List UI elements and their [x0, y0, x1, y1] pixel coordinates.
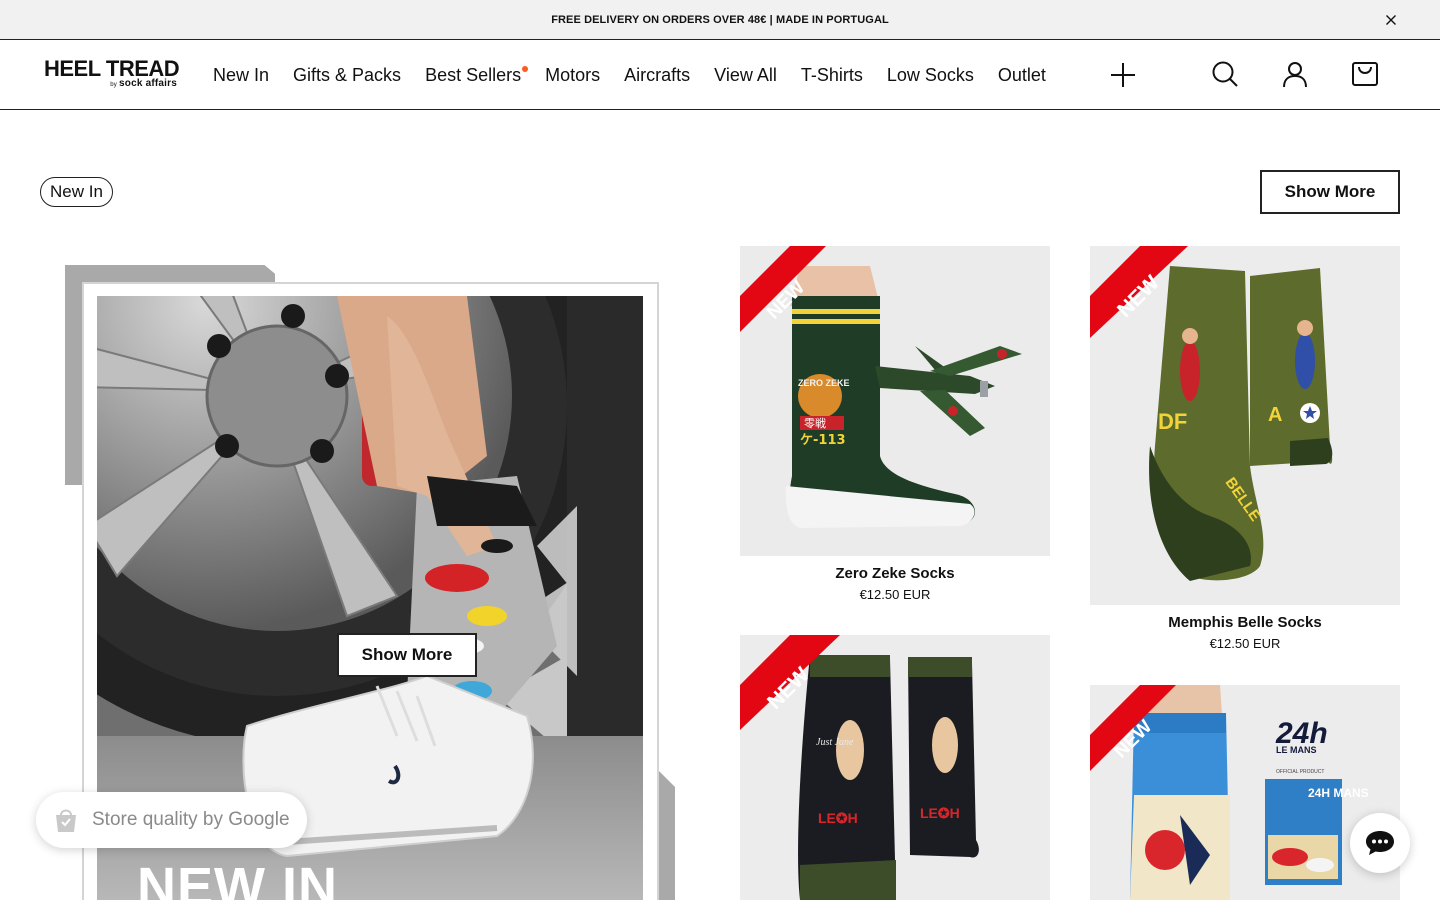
- heel-tread-logo[interactable]: HEEL TREAD by sock affairs: [44, 58, 184, 94]
- account-icon[interactable]: [1281, 60, 1309, 88]
- sock-letters-right: A: [1268, 404, 1282, 426]
- product-price: €12.50 EUR: [859, 587, 931, 602]
- site-header: HEEL TREAD by sock affairs New In Gifts &…: [0, 40, 1440, 110]
- announcement-bar: FREE DELIVERY ON ORDERS OVER 48€ | MADE …: [0, 0, 1440, 40]
- sock-jane-code-right: LE✪H: [920, 805, 960, 821]
- nav-item-low-socks[interactable]: Low Socks: [887, 65, 974, 86]
- nav-item-outlet[interactable]: Outlet: [998, 65, 1046, 86]
- new-badge: NEW: [1090, 246, 1188, 338]
- sock-print-text: ZERO ZEKE: [798, 378, 850, 388]
- product-image[interactable]: Just Jane LE✪H LE✪H NEW: [740, 635, 1050, 900]
- product-name[interactable]: Memphis Belle Socks: [1090, 614, 1400, 631]
- chat-icon: [1366, 831, 1394, 855]
- product-card-just-jane[interactable]: Just Jane LE✪H LE✪H NEW: [740, 635, 1050, 900]
- close-icon[interactable]: [1382, 11, 1400, 29]
- plus-icon[interactable]: [1110, 62, 1136, 88]
- cart-icon[interactable]: [1351, 60, 1379, 88]
- new-badge: NEW: [740, 246, 826, 332]
- new-badge: NEW: [1090, 685, 1176, 771]
- show-more-button[interactable]: Show More: [1260, 170, 1400, 214]
- shopping-bag-icon: [56, 809, 76, 832]
- store-quality-text: Store quality by Google: [92, 809, 290, 830]
- logo-title: HEEL TREAD: [44, 56, 180, 81]
- product-card-le-mans[interactable]: 24h LE MANS OFFICIAL PRODUCT 24H MANS NE…: [1090, 685, 1400, 900]
- product-card-memphis-belle[interactable]: DF A BELLE NEW Memphis Belle Socks €12.5…: [1090, 246, 1400, 656]
- announcement-text: FREE DELIVERY ON ORDERS OVER 48€ | MADE …: [551, 13, 889, 26]
- logo-subtitle: by sock affairs: [110, 78, 177, 89]
- store-quality-badge[interactable]: Store quality by Google: [36, 792, 307, 848]
- product-price: €12.50 EUR: [1209, 636, 1281, 651]
- nav-item-aircrafts[interactable]: Aircrafts: [624, 65, 690, 86]
- sock-jane-text: Just Jane: [816, 737, 854, 748]
- product-image[interactable]: DF A BELLE NEW: [1090, 246, 1400, 605]
- new-dot-indicator: [522, 65, 529, 72]
- sock-letters-left: DF: [1158, 409, 1187, 434]
- nav-item-best-sellers[interactable]: Best Sellers: [425, 64, 529, 86]
- product-image[interactable]: 24h LE MANS OFFICIAL PRODUCT 24H MANS NE…: [1090, 685, 1400, 900]
- sock-jane-code-left: LE✪H: [818, 810, 858, 826]
- search-icon[interactable]: [1211, 60, 1239, 88]
- le-mans-name: LE MANS: [1276, 745, 1317, 755]
- new-badge: NEW: [740, 635, 840, 730]
- nav-item-t-shirts[interactable]: T-Shirts: [801, 65, 863, 86]
- hero-title: NEW IN: [137, 857, 338, 900]
- nav-item-view-all[interactable]: View All: [714, 65, 777, 86]
- chat-button[interactable]: [1350, 813, 1410, 873]
- sock-kanji-text: 零戦: [804, 417, 826, 430]
- product-image[interactable]: ZERO ZEKE 零戦 ケ-113 NEW: [740, 246, 1050, 556]
- sock-code-text: ケ-113: [800, 433, 846, 448]
- product-card-zero-zeke[interactable]: ZERO ZEKE 零戦 ケ-113 NEW Zero Zeke Socks €…: [740, 246, 1050, 606]
- le-mans-poster-text: 24H MANS: [1308, 786, 1369, 800]
- main-nav: New In Gifts & Packs Best Sellers Motors…: [213, 40, 1070, 110]
- hero-show-more-button[interactable]: Show More: [337, 633, 477, 677]
- nav-item-motors[interactable]: Motors: [545, 65, 600, 86]
- section-pill-new-in[interactable]: New In: [40, 177, 113, 207]
- nav-item-label: Best Sellers: [425, 64, 522, 85]
- product-name[interactable]: Zero Zeke Socks: [740, 565, 1050, 582]
- nav-item-gifts-packs[interactable]: Gifts & Packs: [293, 65, 401, 86]
- le-mans-official: OFFICIAL PRODUCT: [1276, 769, 1324, 775]
- nav-item-new-in[interactable]: New In: [213, 65, 269, 86]
